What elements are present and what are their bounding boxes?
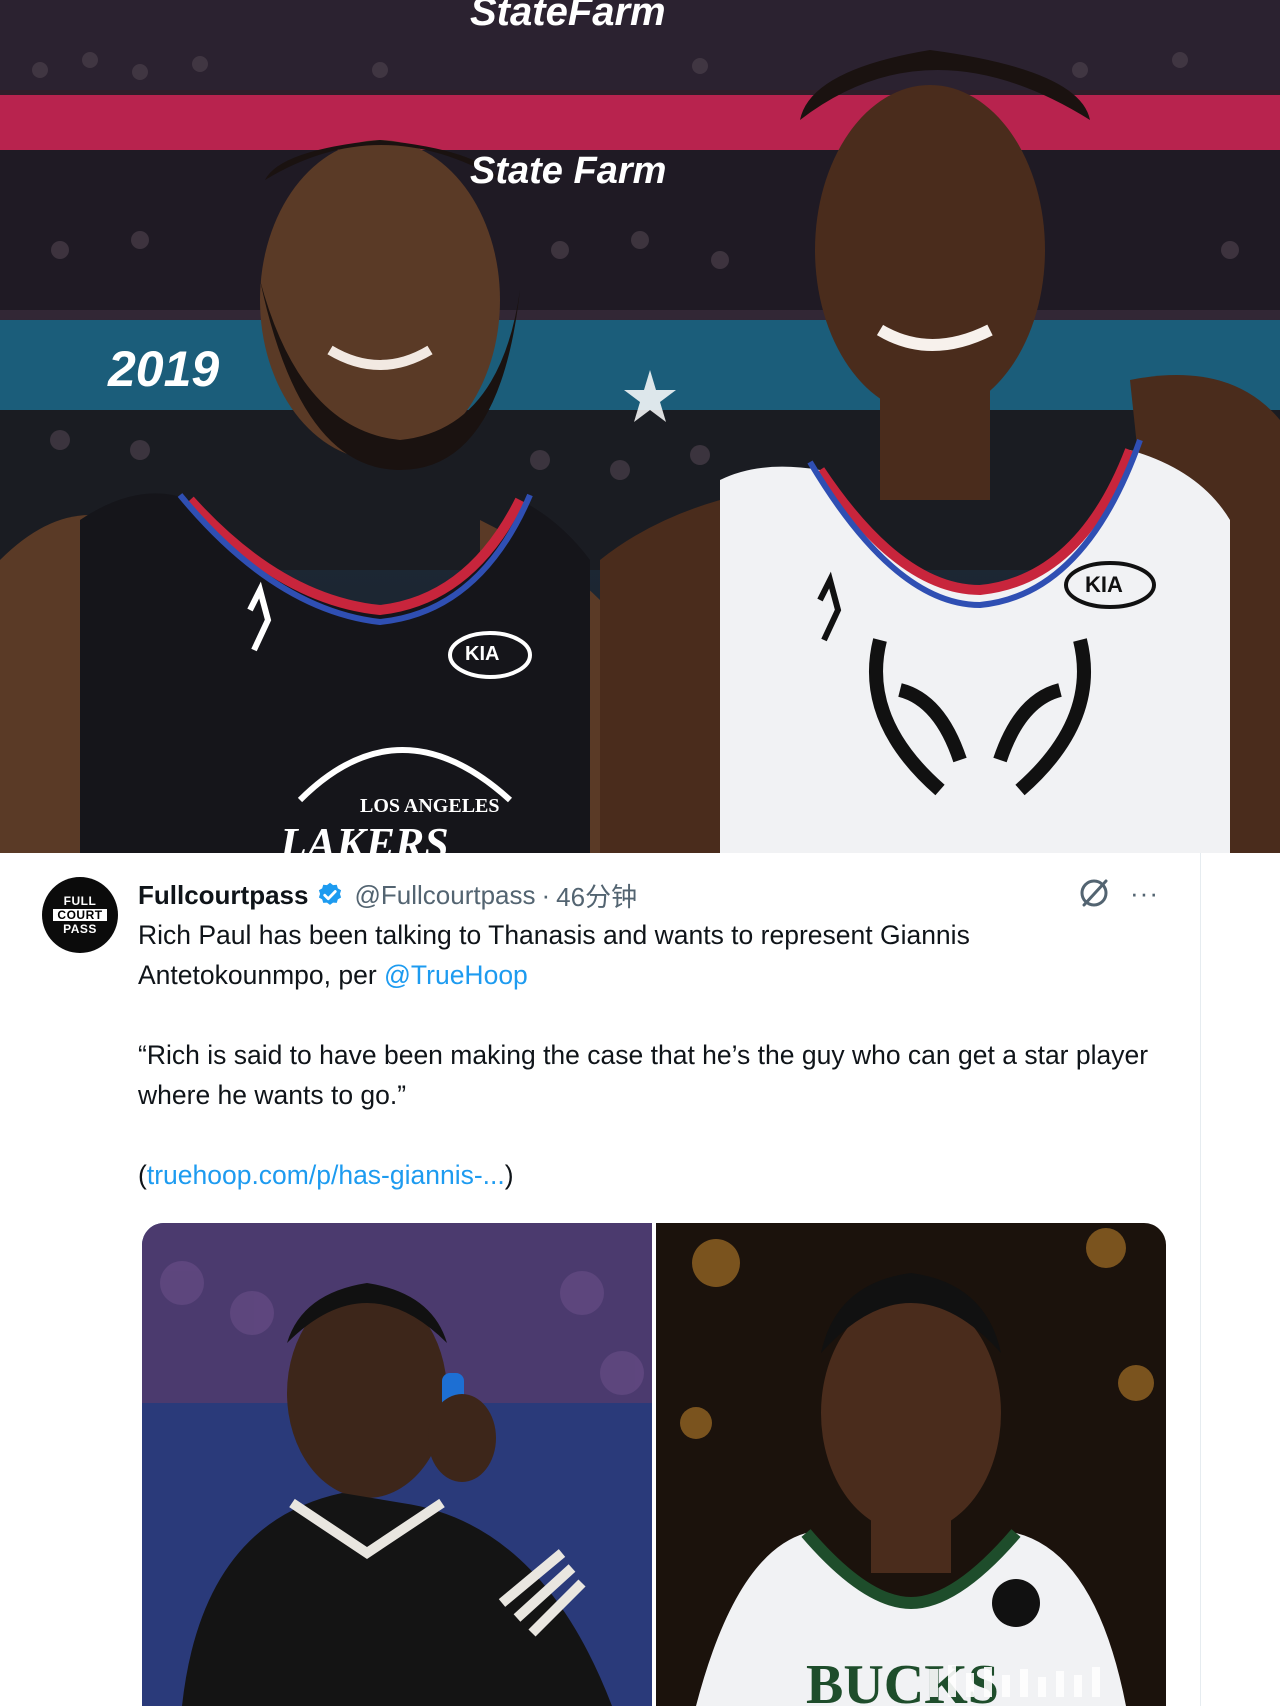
statefarm-banner-mid: State Farm bbox=[470, 150, 667, 192]
verified-badge-icon bbox=[319, 882, 342, 905]
tweet-text: Rich Paul has been talking to Thanasis a… bbox=[138, 915, 1168, 1235]
separator-dot: · bbox=[541, 879, 551, 910]
left-jersey-sponsor: KIA bbox=[465, 643, 500, 665]
avatar-line-2: COURT bbox=[53, 909, 107, 921]
tweet-quote: “Rich is said to have been making the ca… bbox=[138, 1040, 1149, 1110]
article-link[interactable]: truehoop.com/p/has-giannis-... bbox=[147, 1160, 505, 1190]
right-jersey-sponsor: KIA bbox=[1085, 572, 1123, 597]
grok-icon[interactable] bbox=[1076, 875, 1112, 911]
tweet-card[interactable]: FULL COURT PASS Fullcourtpass @Fullcourt… bbox=[0, 853, 1280, 1706]
hero-photo: StateFarm State Farm 2019 KIA KIA LOS AN… bbox=[0, 0, 1280, 853]
avatar-line-3: PASS bbox=[63, 922, 97, 936]
media-right-illustration bbox=[656, 1223, 1166, 1706]
link-paren-open: ( bbox=[138, 1160, 147, 1190]
author-handle[interactable]: @Fullcourtpass bbox=[354, 880, 535, 911]
card-divider bbox=[1200, 853, 1201, 1706]
media-image-giannis[interactable]: BUCKS bbox=[656, 1223, 1166, 1706]
year-banner: 2019 bbox=[108, 341, 220, 397]
more-icon[interactable]: ··· bbox=[1130, 878, 1159, 909]
hero-photo-illustration bbox=[0, 0, 1280, 853]
tweet-link-line: (truehoop.com/p/has-giannis-...) bbox=[138, 1155, 1168, 1195]
tweet-paragraph-1: Rich Paul has been talking to Thanasis a… bbox=[138, 915, 1168, 995]
tweet-top-actions: ··· bbox=[1076, 875, 1159, 911]
avatar-line-1: FULL bbox=[63, 894, 97, 908]
left-jersey-team-city: LOS ANGELES bbox=[360, 795, 500, 817]
analytics-bars-icon[interactable] bbox=[920, 1663, 1120, 1699]
link-paren-close: ) bbox=[504, 1160, 514, 1190]
mention-link[interactable]: @TrueHoop bbox=[384, 960, 528, 990]
tweet-media[interactable]: BUCKS bbox=[142, 1223, 1166, 1706]
statefarm-banner-top: StateFarm bbox=[470, 0, 666, 34]
media-image-rich-paul[interactable] bbox=[142, 1223, 652, 1706]
author-name[interactable]: Fullcourtpass bbox=[138, 880, 308, 911]
tweet-text-main: Rich Paul has been talking to Thanasis a… bbox=[138, 920, 970, 990]
media-left-illustration bbox=[142, 1223, 652, 1706]
timestamp[interactable]: 46分钟 bbox=[556, 877, 637, 914]
tweet-header: Fullcourtpass @Fullcourtpass · 46分钟 bbox=[138, 875, 637, 915]
tweet-actions-row bbox=[920, 1661, 1120, 1701]
avatar[interactable]: FULL COURT PASS bbox=[42, 877, 118, 953]
left-jersey-team-name: LAKERS bbox=[280, 819, 449, 853]
